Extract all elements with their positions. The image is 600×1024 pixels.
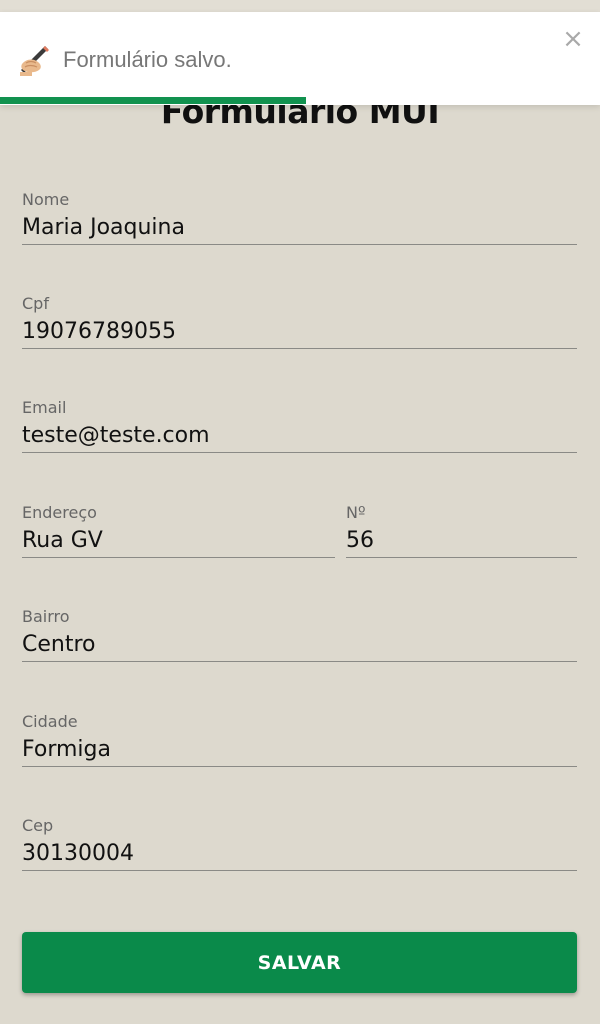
numero-label: Nº xyxy=(346,503,366,522)
cep-label: Cep xyxy=(22,816,54,835)
endereco-label: Endereço xyxy=(22,503,97,522)
cidade-input[interactable] xyxy=(22,732,577,767)
cpf-field: Cpf xyxy=(22,294,577,364)
endereco-field: Endereço xyxy=(22,503,335,573)
email-input[interactable] xyxy=(22,418,577,453)
toast-notification: Formulário salvo. × xyxy=(0,12,600,105)
cpf-label: Cpf xyxy=(22,294,49,313)
endereco-input[interactable] xyxy=(22,523,335,558)
status-bar-strip xyxy=(0,0,600,12)
email-field: Email xyxy=(22,398,577,468)
email-label: Email xyxy=(22,398,67,417)
nome-input[interactable] xyxy=(22,210,577,245)
cep-input[interactable] xyxy=(22,836,577,871)
toast-message: Formulário salvo. xyxy=(63,47,232,72)
toast-progress-bar xyxy=(0,97,306,104)
nome-label: Nome xyxy=(22,190,70,209)
form-page: Formulário MUI Nome Cpf Email Endereço N… xyxy=(0,0,600,1024)
cidade-label: Cidade xyxy=(22,712,78,731)
bairro-field: Bairro xyxy=(22,607,577,677)
save-button[interactable]: SALVAR xyxy=(22,932,577,993)
bairro-input[interactable] xyxy=(22,627,577,662)
nome-field: Nome xyxy=(22,190,577,260)
bairro-label: Bairro xyxy=(22,607,70,626)
cidade-field: Cidade xyxy=(22,712,577,782)
toast-progress-track xyxy=(0,97,600,104)
cep-field: Cep xyxy=(22,816,577,886)
cpf-input[interactable] xyxy=(22,314,577,349)
numero-input[interactable] xyxy=(346,523,577,558)
close-icon[interactable]: × xyxy=(562,26,584,52)
writing-hand-icon xyxy=(18,42,52,76)
numero-field: Nº xyxy=(346,503,577,573)
